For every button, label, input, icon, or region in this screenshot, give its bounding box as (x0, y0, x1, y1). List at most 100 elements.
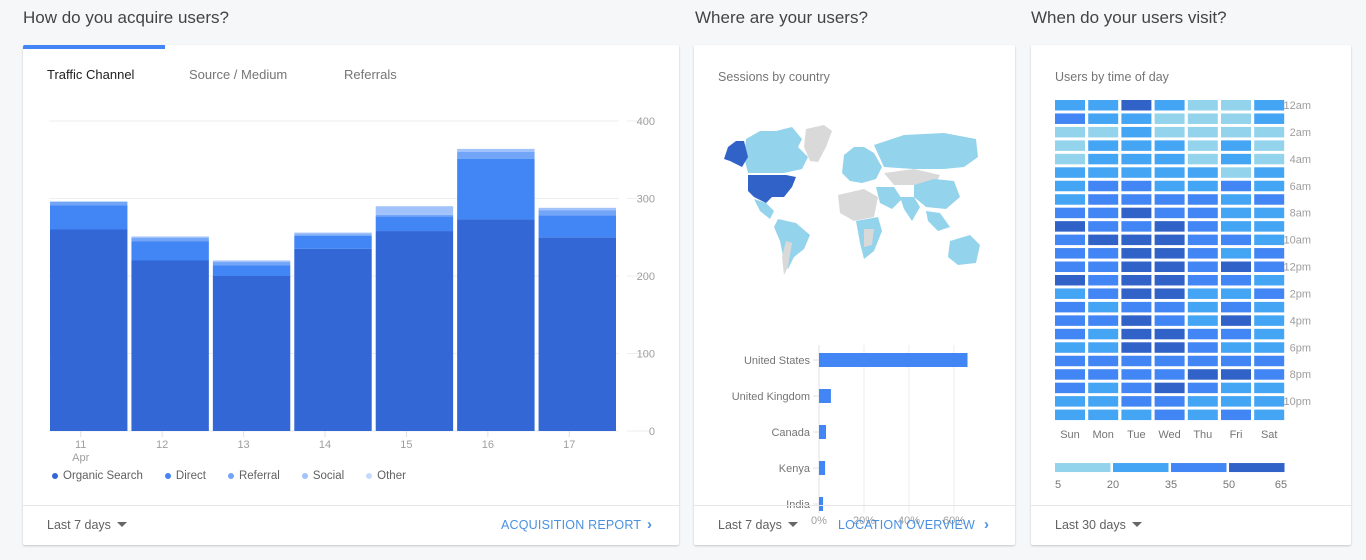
heatmap-cell (1221, 140, 1251, 151)
heatmap-cell (1187, 100, 1218, 111)
date-range-dropdown[interactable]: Last 7 days (718, 518, 798, 532)
map-china[interactable] (914, 179, 960, 209)
acquisition-report-link[interactable]: ACQUISITION REPORT (501, 518, 641, 532)
scale-segment (1113, 463, 1169, 473)
heatmap-cell (1055, 342, 1085, 353)
users-by-time-title: Users by time of day (1055, 70, 1169, 84)
legend-item-social[interactable]: Social (301, 470, 345, 482)
day-label: Fri (1230, 429, 1243, 441)
world-map[interactable] (714, 117, 994, 282)
traffic-channel-chart: 0 100 200 300 400 11Apr 12 13 14 15 16 17 (49, 116, 655, 464)
active-tab-indicator (23, 45, 165, 49)
heatmap-cell (1055, 140, 1085, 151)
heatmap-cell (1055, 126, 1085, 138)
heatmap-cell (1088, 167, 1119, 178)
map-alaska[interactable] (724, 141, 748, 167)
heatmap-cell (1121, 342, 1152, 353)
day-label: Thu (1193, 429, 1212, 441)
heatmap-cell (1154, 409, 1185, 421)
heatmap-cell (1121, 409, 1152, 421)
heatmap-cell (1221, 274, 1251, 286)
bar-segment-organic-search (131, 260, 209, 431)
heatmap-cell (1121, 248, 1152, 259)
map-south-america[interactable] (774, 219, 810, 269)
legend-item-referral[interactable]: Referral (227, 470, 280, 482)
heatmap-cell (1121, 396, 1152, 407)
heatmap-cell (1055, 301, 1085, 313)
heatmap-cell (1187, 248, 1218, 259)
chart-legend: Organic Search Direct Referral Social Other (52, 470, 406, 482)
legend-dot-icon (227, 473, 234, 479)
heatmap-cell (1254, 369, 1285, 380)
heatmap-cell (1187, 396, 1218, 407)
tab-referrals[interactable]: Referrals (344, 67, 397, 82)
legend-label: Direct (175, 470, 206, 482)
legend-item-other[interactable]: Other (366, 470, 406, 482)
heatmap-cell (1088, 274, 1119, 286)
x-tick-label: 15 (400, 439, 412, 451)
y-tick-label: 400 (637, 116, 655, 128)
map-canada[interactable] (744, 127, 808, 173)
day-label: Wed (1158, 429, 1180, 441)
heatmap-cell (1154, 113, 1185, 124)
heatmap-cell (1088, 126, 1119, 138)
tab-traffic-channel[interactable]: Traffic Channel (47, 67, 134, 82)
heatmap-cell (1055, 153, 1085, 165)
heatmap-cell (1121, 126, 1152, 138)
heatmap-cell (1187, 113, 1218, 124)
heatmap-cell (1088, 234, 1119, 246)
map-europe[interactable] (842, 147, 882, 183)
map-united-states[interactable] (748, 175, 796, 203)
legend-item-organic-search[interactable]: Organic Search (52, 470, 143, 482)
country-label: United Kingdom (732, 391, 810, 403)
tab-source-medium[interactable]: Source / Medium (189, 67, 287, 82)
heatmap-cell (1187, 221, 1218, 232)
bar-segment-referral (131, 238, 209, 242)
map-africa-north[interactable] (838, 189, 878, 221)
y-tick-label: 0 (649, 426, 655, 438)
location-section-title: Where are your users? (695, 8, 868, 27)
hour-label: 12pm (1283, 262, 1311, 274)
chevron-right-icon[interactable]: › (647, 516, 652, 533)
map-greenland[interactable] (804, 125, 832, 162)
date-range-dropdown[interactable]: Last 7 days (47, 518, 127, 532)
heatmap-cell (1221, 248, 1251, 259)
heatmap-cell (1254, 221, 1285, 232)
bar-segment-direct (212, 265, 291, 276)
map-india[interactable] (900, 197, 920, 221)
caret-down-icon (787, 522, 798, 527)
heatmap-cell (1154, 140, 1185, 151)
heatmap-cell (1121, 180, 1152, 192)
map-se-asia[interactable] (926, 211, 950, 231)
bar-segment-direct (294, 235, 372, 249)
heatmap-cell (1121, 234, 1152, 246)
heatmap-cell (1055, 274, 1085, 286)
hour-label: 2am (1290, 127, 1311, 139)
legend-item-direct[interactable]: Direct (164, 470, 206, 482)
bar-segment-referral (50, 201, 128, 206)
legend-dot-icon (366, 473, 373, 479)
heatmap-cell (1121, 382, 1152, 394)
acquisition-card: Traffic Channel Source / Medium Referral… (23, 45, 679, 545)
country-bar (819, 461, 826, 475)
scale-segment (1171, 463, 1227, 473)
map-russia[interactable] (874, 133, 978, 169)
map-australia[interactable] (948, 235, 980, 265)
date-range-label: Last 7 days (718, 518, 782, 532)
legend-label: Social (312, 470, 345, 482)
heatmap-cell (1154, 234, 1185, 246)
heatmap-cell (1187, 328, 1218, 340)
heatmap-cell (1055, 355, 1085, 367)
heatmap-cell (1088, 342, 1119, 353)
heatmap-cell (1221, 207, 1251, 219)
heatmap-cell (1121, 221, 1152, 232)
heatmap-cell (1055, 382, 1085, 394)
location-overview-link[interactable]: LOCATION OVERVIEW (838, 518, 975, 532)
caret-down-icon (1131, 522, 1142, 527)
hour-label: 8pm (1290, 369, 1311, 381)
date-range-dropdown[interactable]: Last 30 days (1055, 518, 1142, 532)
map-middle-east[interactable] (876, 187, 902, 209)
bar-segment-direct (131, 241, 209, 261)
bar-segment-organic-search (212, 276, 291, 431)
chevron-right-icon[interactable]: › (984, 516, 989, 533)
